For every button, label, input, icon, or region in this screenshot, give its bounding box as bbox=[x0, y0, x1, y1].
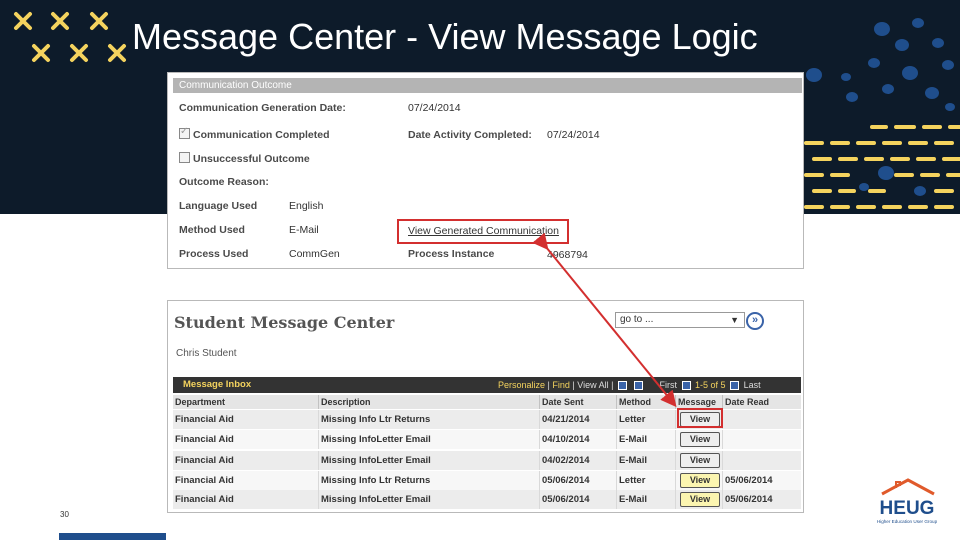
column-header: Method bbox=[617, 395, 676, 409]
process-used-value: CommGen bbox=[289, 248, 340, 260]
goto-dropdown[interactable]: go to ... ▼ bbox=[615, 312, 745, 328]
unsuccessful-label: Unsuccessful Outcome bbox=[193, 153, 310, 165]
date-activity-label: Date Activity Completed: bbox=[408, 129, 532, 141]
cell-message: View bbox=[676, 471, 723, 490]
cell-description: Missing Info Ltr Returns bbox=[319, 471, 540, 490]
cell-date-sent: 05/06/2014 bbox=[540, 490, 617, 509]
panel-header: Communication Outcome bbox=[173, 78, 802, 93]
cell-date-read bbox=[723, 451, 801, 470]
slide-title: Message Center - View Message Logic bbox=[132, 16, 758, 57]
column-header: Date Sent bbox=[540, 395, 617, 409]
cell-method: Letter bbox=[617, 410, 676, 429]
logo-tagline: Higher Education User Group bbox=[877, 519, 938, 524]
process-instance-value: 4968794 bbox=[547, 249, 588, 261]
inbox-tools: Personalize | Find | View All | First 1-… bbox=[498, 380, 761, 391]
previous-icon[interactable] bbox=[681, 381, 691, 391]
grid-icon[interactable] bbox=[633, 381, 643, 391]
cell-description: Missing Info Ltr Returns bbox=[319, 410, 540, 429]
cell-method: E-Mail bbox=[617, 451, 676, 470]
cell-message: View bbox=[676, 490, 723, 509]
cell-method: E-Mail bbox=[617, 490, 676, 509]
table-row: Financial Aid Missing Info Ltr Returns 05/… bbox=[173, 471, 801, 490]
cell-date-sent: 04/21/2014 bbox=[540, 410, 617, 429]
column-header: Message bbox=[676, 395, 723, 409]
table-header: Department Description Date Sent Method … bbox=[173, 395, 801, 409]
cell-message: View bbox=[676, 451, 723, 470]
date-activity-value: 07/24/2014 bbox=[547, 129, 600, 141]
cell-department: Financial Aid bbox=[173, 430, 319, 449]
generation-date-label: Communication Generation Date: bbox=[179, 102, 346, 114]
find-link[interactable]: Find bbox=[552, 380, 570, 390]
first-link[interactable]: First bbox=[660, 380, 678, 390]
message-center-title: Student Message Center bbox=[174, 313, 395, 332]
inbox-title: Message Inbox bbox=[183, 379, 252, 390]
cell-method: Letter bbox=[617, 471, 676, 490]
cell-description: Missing InfoLetter Email bbox=[319, 430, 540, 449]
page-range: 1-5 of 5 bbox=[695, 380, 726, 390]
view-message-button[interactable]: View bbox=[680, 473, 720, 488]
cell-date-read bbox=[723, 430, 801, 449]
view-message-button[interactable]: View bbox=[680, 453, 720, 468]
view-message-button[interactable]: View bbox=[680, 492, 720, 507]
table-row: Financial Aid Missing InfoLetter Email 04/… bbox=[173, 430, 801, 449]
dots-dashes-decoration bbox=[804, 18, 960, 209]
completed-label: Communication Completed bbox=[193, 129, 330, 141]
goto-dropdown-value: go to ... bbox=[620, 314, 654, 325]
table-row: Financial Aid Missing InfoLetter Email 05/… bbox=[173, 490, 801, 509]
completed-checkbox[interactable] bbox=[179, 126, 190, 139]
heug-logo: HEUG Higher Education User Group bbox=[877, 478, 938, 524]
column-header: Description bbox=[319, 395, 540, 409]
cell-department: Financial Aid bbox=[173, 451, 319, 470]
column-header: Department bbox=[173, 395, 319, 409]
language-value: English bbox=[289, 200, 324, 212]
logo-wordmark: HEUG bbox=[880, 498, 935, 519]
student-name: Chris Student bbox=[176, 348, 237, 359]
unsuccessful-checkbox[interactable] bbox=[179, 152, 190, 163]
personalize-link[interactable]: Personalize bbox=[498, 380, 545, 390]
last-link[interactable]: Last bbox=[744, 380, 761, 390]
process-used-label: Process Used bbox=[179, 248, 249, 260]
chevron-down-icon: ▼ bbox=[730, 315, 739, 325]
go-forward-icon[interactable]: » bbox=[746, 312, 764, 330]
outcome-reason-label: Outcome Reason: bbox=[179, 176, 269, 188]
view-message-button[interactable]: View bbox=[680, 432, 720, 447]
inbox-toolbar: Message Inbox Personalize | Find | View … bbox=[173, 377, 801, 393]
method-label: Method Used bbox=[179, 224, 245, 236]
view-all-link[interactable]: View All bbox=[577, 380, 608, 390]
new-window-icon[interactable] bbox=[617, 381, 627, 391]
cell-method: E-Mail bbox=[617, 430, 676, 449]
cell-date-read bbox=[723, 410, 801, 429]
language-label: Language Used bbox=[179, 200, 258, 212]
cell-message: View bbox=[676, 430, 723, 449]
cell-description: Missing InfoLetter Email bbox=[319, 451, 540, 470]
next-icon[interactable] bbox=[730, 381, 740, 391]
view-button-highlight-box bbox=[677, 408, 723, 428]
slide-number: 30 bbox=[60, 510, 69, 519]
cell-date-sent: 05/06/2014 bbox=[540, 471, 617, 490]
method-value: E-Mail bbox=[289, 224, 319, 236]
cell-department: Financial Aid bbox=[173, 471, 319, 490]
cell-description: Missing InfoLetter Email bbox=[319, 490, 540, 509]
cell-date-read: 05/06/2014 bbox=[725, 475, 773, 486]
cell-department: Financial Aid bbox=[173, 490, 319, 509]
generation-date-value: 07/24/2014 bbox=[408, 102, 461, 114]
footer-bar bbox=[59, 533, 166, 540]
column-header: Date Read bbox=[725, 397, 770, 407]
cell-date-read: 05/06/2014 bbox=[725, 494, 773, 505]
process-instance-label: Process Instance bbox=[408, 248, 495, 260]
cell-date-sent: 04/02/2014 bbox=[540, 451, 617, 470]
cell-date-sent: 04/10/2014 bbox=[540, 430, 617, 449]
cell-department: Financial Aid bbox=[173, 410, 319, 429]
link-highlight-box bbox=[397, 219, 569, 244]
table-row: Financial Aid Missing InfoLetter Email 04/… bbox=[173, 451, 801, 470]
x-pattern-decoration bbox=[14, 12, 126, 62]
